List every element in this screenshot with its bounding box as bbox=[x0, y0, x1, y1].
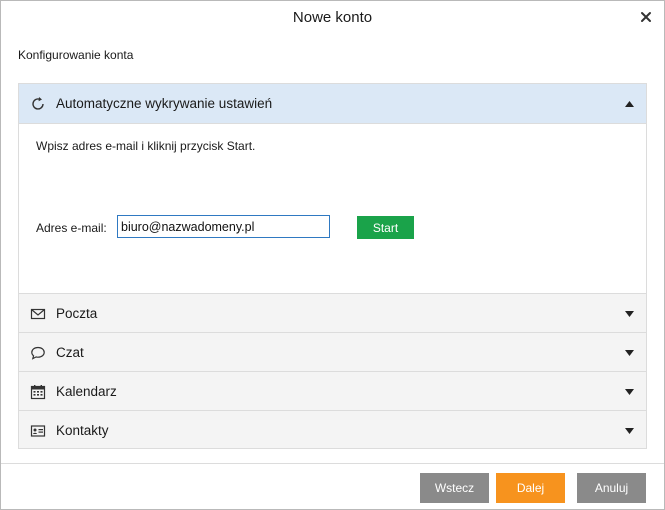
chevron-down-icon[interactable] bbox=[625, 428, 634, 434]
section-calendar-label: Kalendarz bbox=[56, 384, 117, 399]
chevron-down-icon[interactable] bbox=[625, 350, 634, 356]
new-account-dialog: Nowe konto Konfigurowanie konta Automaty… bbox=[0, 0, 665, 510]
instruction-text: Wpisz adres e-mail i kliknij przycisk St… bbox=[36, 139, 256, 153]
chat-bubble-icon bbox=[31, 346, 45, 360]
section-mail-label: Poczta bbox=[56, 306, 98, 321]
contact-card-icon bbox=[30, 425, 46, 437]
section-contacts-label: Kontakty bbox=[56, 423, 109, 438]
dialog-title: Nowe konto bbox=[292, 9, 373, 26]
section-auto-detect-label: Automatyczne wykrywanie ustawień bbox=[56, 96, 273, 111]
page-subtitle: Konfigurowanie konta bbox=[18, 48, 134, 62]
section-chat-label: Czat bbox=[56, 345, 84, 360]
email-label: Adres e-mail: bbox=[36, 221, 107, 235]
cancel-button[interactable]: Anuluj bbox=[577, 473, 646, 503]
chevron-down-icon[interactable] bbox=[625, 389, 634, 395]
section-contacts-header[interactable]: Kontakty bbox=[19, 411, 646, 450]
section-auto-detect-header[interactable]: Automatyczne wykrywanie ustawień bbox=[19, 84, 646, 124]
chevron-down-icon[interactable] bbox=[625, 311, 634, 317]
calendar-icon bbox=[30, 385, 46, 400]
chevron-up-icon[interactable] bbox=[625, 101, 634, 107]
start-button[interactable]: Start bbox=[357, 216, 414, 239]
footer-divider bbox=[1, 463, 664, 464]
email-input[interactable] bbox=[117, 215, 330, 238]
section-chat-header[interactable]: Czat bbox=[19, 333, 646, 372]
close-icon[interactable] bbox=[638, 9, 654, 25]
account-accordion: Automatyczne wykrywanie ustawień Wpisz a… bbox=[18, 83, 647, 449]
envelope-icon bbox=[30, 308, 46, 320]
back-button[interactable]: Wstecz bbox=[420, 473, 489, 503]
section-calendar-header[interactable]: Kalendarz bbox=[19, 372, 646, 411]
refresh-icon bbox=[32, 97, 44, 110]
section-mail-header[interactable]: Poczta bbox=[19, 294, 646, 333]
section-auto-detect-body: Wpisz adres e-mail i kliknij przycisk St… bbox=[19, 124, 646, 294]
next-button[interactable]: Dalej bbox=[496, 473, 565, 503]
